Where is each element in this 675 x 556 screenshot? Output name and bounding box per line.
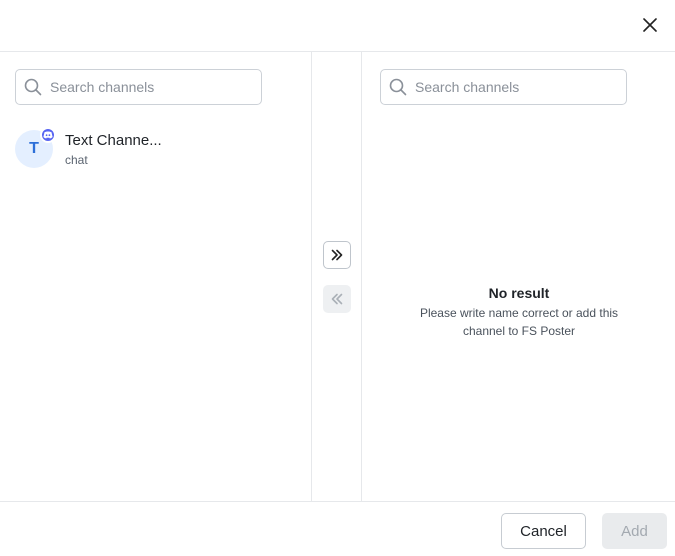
modal-header bbox=[0, 0, 675, 52]
right-search-box[interactable] bbox=[380, 69, 627, 105]
channel-subtitle: chat bbox=[65, 152, 88, 167]
empty-state: No result Please write name correct or a… bbox=[362, 284, 675, 340]
search-icon bbox=[24, 78, 42, 96]
channel-avatar-initial: T bbox=[29, 140, 39, 157]
search-icon bbox=[389, 78, 407, 96]
selected-channels-panel: No result Please write name correct or a… bbox=[361, 52, 675, 501]
move-left-button[interactable] bbox=[323, 285, 351, 313]
double-chevron-left-icon bbox=[331, 293, 343, 305]
left-search-box[interactable] bbox=[15, 69, 262, 105]
empty-state-title: No result bbox=[488, 285, 550, 301]
double-chevron-right-icon bbox=[331, 249, 343, 261]
channel-avatar: T bbox=[15, 127, 56, 168]
close-button[interactable] bbox=[638, 13, 662, 37]
modal-body: T Text Channe... chat bbox=[0, 52, 675, 501]
right-search-input[interactable] bbox=[415, 79, 605, 95]
move-right-button[interactable] bbox=[323, 241, 351, 269]
available-channels-panel: T Text Channe... chat bbox=[0, 52, 312, 501]
cancel-button[interactable]: Cancel bbox=[501, 513, 586, 549]
add-button[interactable]: Add bbox=[602, 513, 667, 549]
transfer-controls bbox=[312, 52, 361, 501]
left-search-input[interactable] bbox=[50, 79, 240, 95]
channel-picker-modal: T Text Channe... chat bbox=[0, 0, 675, 556]
discord-icon bbox=[40, 127, 56, 143]
modal-footer: Cancel Add bbox=[0, 501, 675, 556]
channel-list-item[interactable]: T Text Channe... chat bbox=[15, 127, 275, 170]
channel-name: Text Channe... bbox=[65, 131, 162, 149]
empty-state-description: Please write name correct or add this ch… bbox=[419, 306, 619, 338]
close-icon bbox=[643, 18, 657, 32]
